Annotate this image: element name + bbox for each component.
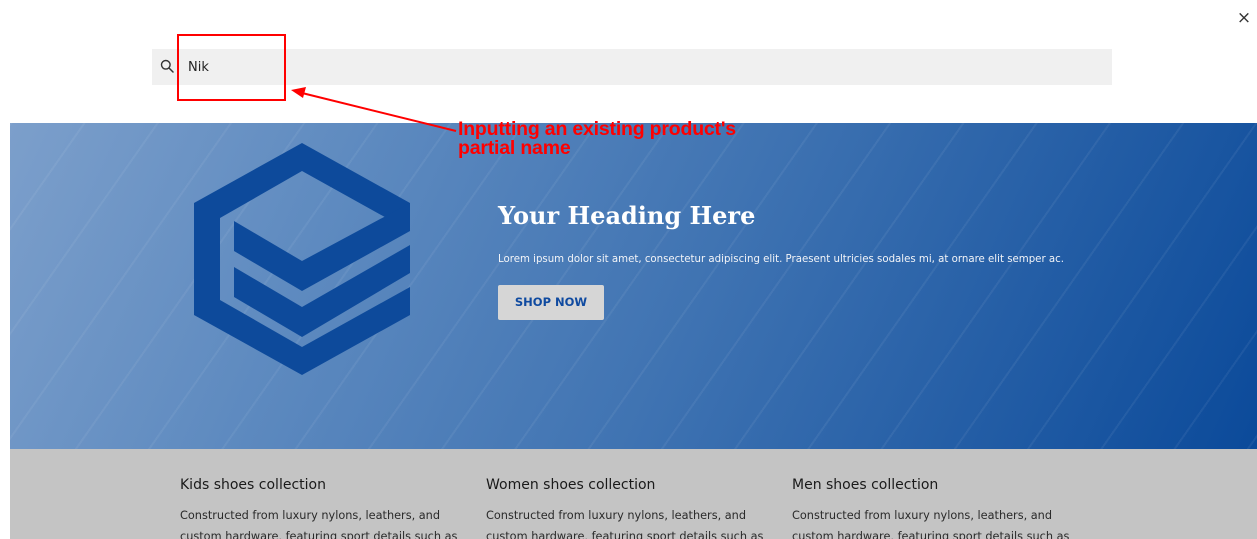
- search-input[interactable]: [188, 49, 1088, 85]
- shop-now-button[interactable]: SHOP NOW: [498, 285, 604, 320]
- hero-text: Lorem ipsum dolor sit amet, consectetur …: [498, 254, 1064, 265]
- collection-description: Constructed from luxury nylons, leathers…: [792, 509, 1070, 539]
- collection-description: Constructed from luxury nylons, leathers…: [486, 509, 764, 539]
- close-icon[interactable]: ×: [1237, 8, 1251, 28]
- collections-section: Kids shoes collection Constructed from l…: [10, 449, 1257, 539]
- annotation-label: Inputting an existing product's partial …: [458, 118, 736, 159]
- search-icon: [160, 59, 174, 73]
- collection-title: Kids shoes collection: [180, 477, 326, 493]
- collection-kids: Kids shoes collection Constructed from l…: [180, 477, 470, 539]
- collection-men: Men shoes collection Constructed from lu…: [792, 477, 1082, 539]
- close-button[interactable]: ×: [1234, 8, 1254, 28]
- collection-title: Men shoes collection: [792, 477, 939, 493]
- collection-title: Women shoes collection: [486, 477, 656, 493]
- search-bar[interactable]: [152, 49, 1112, 85]
- hexagon-layers-logo: [194, 143, 410, 375]
- collection-description: Constructed from luxury nylons, leathers…: [180, 509, 458, 539]
- hero-banner: Your Heading Here Lorem ipsum dolor sit …: [10, 123, 1257, 449]
- collection-women: Women shoes collection Constructed from …: [486, 477, 776, 539]
- hero-heading: Your Heading Here: [498, 201, 756, 230]
